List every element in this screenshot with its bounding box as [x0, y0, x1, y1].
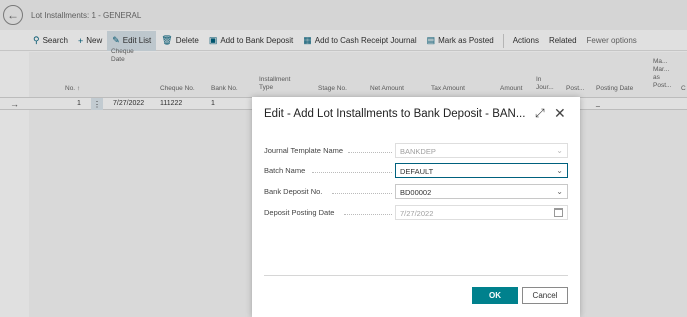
ok-button[interactable]: OK	[472, 287, 518, 304]
chevron-down-icon[interactable]: ⌄	[556, 187, 563, 196]
deposit-posting-date-field: 7/27/2022	[395, 205, 568, 220]
close-icon[interactable]: ✕	[554, 105, 566, 122]
journal-template-name-row: Journal Template Name BANKDEP ⌄	[264, 143, 568, 158]
batch-name-row: Batch Name DEFAULT ⌄	[264, 163, 568, 178]
leader-dots	[332, 193, 392, 194]
bank-deposit-no-label: Bank Deposit No.	[264, 187, 323, 196]
deposit-posting-date-value: 7/27/2022	[400, 209, 434, 218]
leader-dots	[312, 172, 392, 173]
deposit-posting-date-row: Deposit Posting Date 7/27/2022	[264, 205, 568, 220]
leader-dots	[344, 214, 392, 215]
dialog-divider	[264, 275, 568, 276]
journal-template-name-value: BANKDEP	[400, 147, 436, 156]
batch-name-value: DEFAULT	[400, 167, 434, 176]
leader-dots	[348, 152, 392, 153]
expand-icon[interactable]: ⤢	[535, 106, 545, 121]
batch-name-label: Batch Name	[264, 166, 306, 175]
bank-deposit-no-row: Bank Deposit No. BD00002 ⌄	[264, 184, 568, 199]
bank-deposit-no-value: BD00002	[400, 188, 432, 197]
batch-name-field[interactable]: DEFAULT ⌄	[395, 163, 568, 178]
deposit-posting-date-label: Deposit Posting Date	[264, 208, 335, 217]
dialog-title: Edit - Add Lot Installments to Bank Depo…	[264, 108, 526, 120]
bank-deposit-no-field[interactable]: BD00002 ⌄	[395, 184, 568, 199]
cancel-button[interactable]: Cancel	[522, 287, 568, 304]
calendar-icon	[554, 208, 563, 217]
journal-template-name-label: Journal Template Name	[264, 146, 344, 155]
chevron-down-icon: ⌄	[556, 146, 563, 155]
add-to-bank-deposit-dialog: Edit - Add Lot Installments to Bank Depo…	[252, 97, 580, 317]
journal-template-name-field: BANKDEP ⌄	[395, 143, 568, 158]
chevron-down-icon[interactable]: ⌄	[556, 166, 563, 175]
